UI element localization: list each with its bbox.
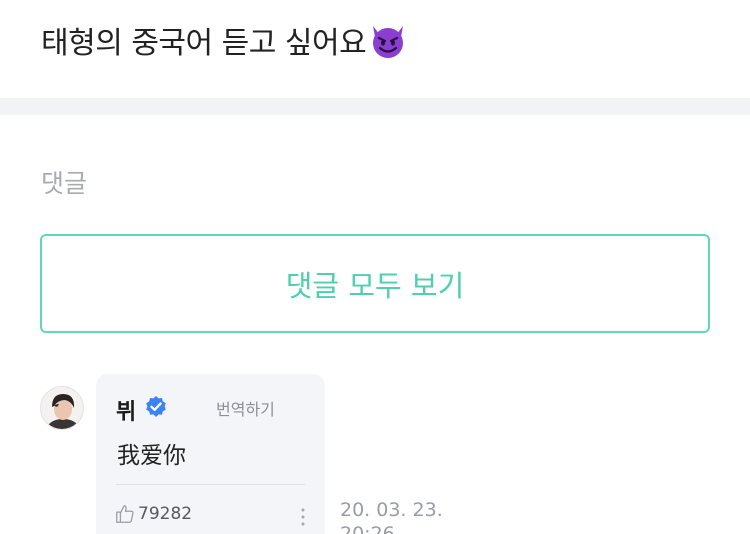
thumbs-up-icon[interactable] bbox=[114, 503, 136, 525]
comment-bubble: 뷔 번역하기 我爱你 79282 bbox=[96, 374, 325, 534]
avatar[interactable] bbox=[40, 386, 84, 430]
post-body: 태형의 중국어 듣고 싶어요 bbox=[41, 18, 408, 67]
verified-badge-icon bbox=[146, 396, 166, 417]
section-divider bbox=[0, 98, 750, 115]
view-all-comments-button[interactable]: 댓글 모두 보기 bbox=[40, 234, 710, 333]
post-text: 태형의 중국어 듣고 싶어요 bbox=[41, 26, 367, 61]
post-detail-page: 태형의 중국어 듣고 싶어요 댓글 댓글 모두 보기 뷔 번역하기 我爱你 79… bbox=[0, 0, 750, 534]
comment-divider bbox=[116, 484, 305, 485]
comment-author[interactable]: 뷔 bbox=[116, 394, 136, 426]
translate-button[interactable]: 번역하기 bbox=[216, 396, 275, 420]
comment-text: 我爱你 bbox=[117, 443, 186, 469]
smiling-devil-emoji-icon bbox=[368, 23, 408, 67]
comment-timestamp: 20. 03. 23. 20:26 bbox=[340, 499, 443, 534]
comments-heading: 댓글 bbox=[41, 169, 88, 198]
like-count: 79282 bbox=[138, 504, 193, 524]
profile-photo-icon bbox=[41, 387, 83, 429]
more-vertical-icon[interactable] bbox=[300, 506, 306, 528]
